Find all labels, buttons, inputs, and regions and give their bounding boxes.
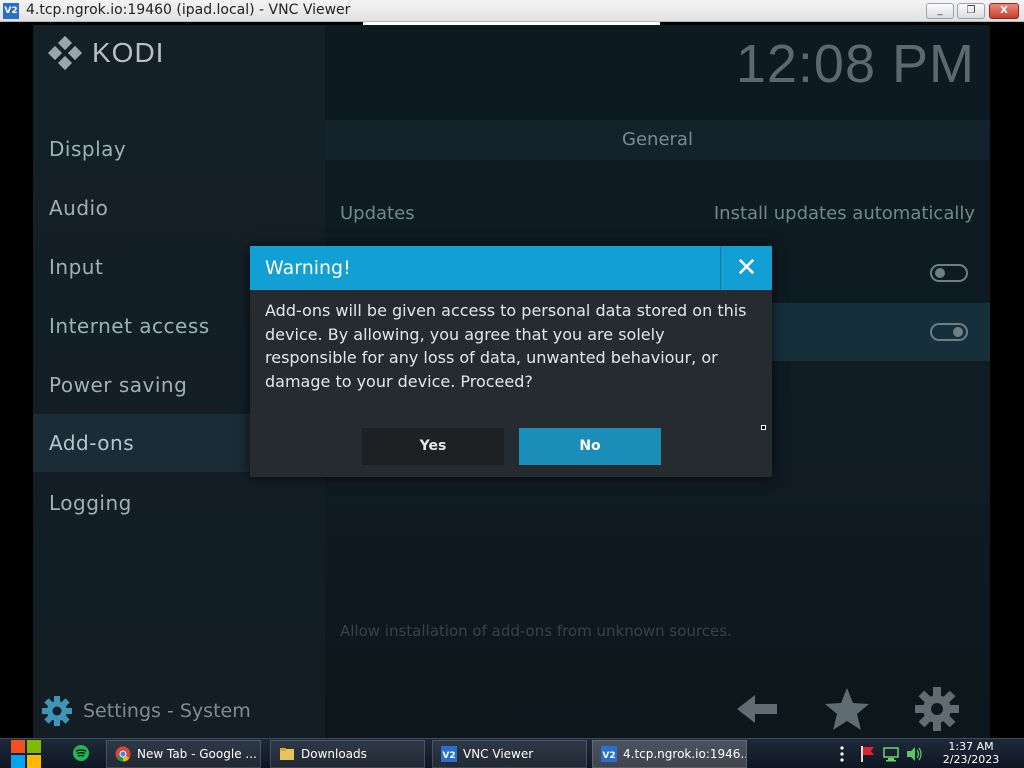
menu-item-logging[interactable]: Logging (33, 474, 325, 532)
taskbar-item-chrome[interactable]: New Tab - Google ... (106, 740, 261, 768)
taskbar-time: 1:37 AM (948, 740, 994, 753)
kodi-clock: 12:08 PM (735, 34, 975, 94)
window-titlebar: V2 4.tcp.ngrok.io:19460 (ipad.local) - V… (0, 0, 1024, 22)
network-icon[interactable] (882, 739, 900, 768)
taskbar-date: 2/23/2023 (942, 753, 1000, 766)
gear-icon (42, 696, 72, 726)
chrome-icon (115, 746, 131, 762)
window-title: 4.tcp.ngrok.io:19460 (ipad.local) - VNC … (26, 2, 351, 18)
taskbar-item-downloads[interactable]: Downloads (270, 740, 425, 768)
taskbar-item-label: VNC Viewer (463, 747, 534, 761)
folder-icon (280, 748, 294, 760)
taskbar-item-label: Downloads (301, 747, 367, 761)
back-arrow-icon[interactable] (733, 685, 781, 733)
menu-item-audio[interactable]: Audio (33, 179, 325, 237)
toggle-switch[interactable] (930, 323, 968, 341)
no-button[interactable]: No (519, 428, 661, 465)
action-center-flag-icon[interactable] (858, 739, 876, 768)
kodi-logo: KODI (47, 35, 165, 71)
settings-breadcrumb: Settings - System (41, 695, 251, 727)
vnc-icon: V2 (601, 746, 617, 762)
taskbar-item-vnc-viewer[interactable]: V2 VNC Viewer (432, 740, 587, 768)
svg-text:V2: V2 (442, 751, 455, 761)
setting-row-updates[interactable]: Updates Install updates automatically (325, 186, 990, 244)
taskbar-item-label: New Tab - Google ... (137, 747, 257, 761)
close-window-button[interactable]: X (989, 3, 1019, 19)
kodi-logo-text: KODI (92, 37, 165, 68)
vnc-app-icon: V2 (3, 3, 19, 19)
toggle-switch[interactable] (930, 264, 968, 282)
maximize-button[interactable]: ❐ (957, 3, 985, 19)
dialog-message: Add-ons will be given access to personal… (265, 301, 747, 391)
cursor-marker (761, 425, 766, 430)
svg-text:V2: V2 (602, 751, 615, 761)
taskbar-clock[interactable]: 1:37 AM 2/23/2023 (938, 740, 1004, 766)
volume-icon[interactable] (905, 739, 923, 768)
setting-value: Install updates automatically (713, 203, 975, 224)
taskbar-item-vnc-session[interactable]: V2 4.tcp.ngrok.io:1946... (592, 740, 747, 768)
windows-taskbar: New Tab - Google ... Downloads V2 VNC Vi… (0, 738, 1024, 768)
warning-dialog: Warning! ✕ Add-ons will be given access … (250, 246, 772, 477)
menu-item-display[interactable]: Display (33, 120, 325, 178)
overflow-dots-icon[interactable] (836, 739, 848, 768)
dialog-close-button[interactable]: ✕ (720, 246, 772, 290)
yes-button[interactable]: Yes (362, 428, 504, 465)
dialog-header: Warning! ✕ (250, 246, 772, 290)
kodi-logo-icon (47, 35, 83, 71)
setting-label: Updates (340, 203, 415, 224)
taskbar-item-label: 4.tcp.ngrok.io:1946... (623, 747, 747, 761)
settings-gear-icon[interactable] (913, 685, 961, 733)
minimize-button[interactable]: _ (926, 3, 954, 19)
panel-heading: General (325, 120, 990, 160)
setting-hint: Allow installation of add-ons from unkno… (340, 622, 732, 640)
vnc-icon: V2 (441, 746, 457, 762)
dialog-title: Warning! (265, 257, 351, 279)
settings-breadcrumb-text: Settings - System (83, 700, 251, 722)
vnc-window: V2 4.tcp.ngrok.io:19460 (ipad.local) - V… (0, 0, 1024, 768)
favourites-star-icon[interactable] (823, 685, 871, 733)
spotify-icon[interactable] (72, 744, 90, 762)
windows-start-icon[interactable] (10, 739, 42, 768)
